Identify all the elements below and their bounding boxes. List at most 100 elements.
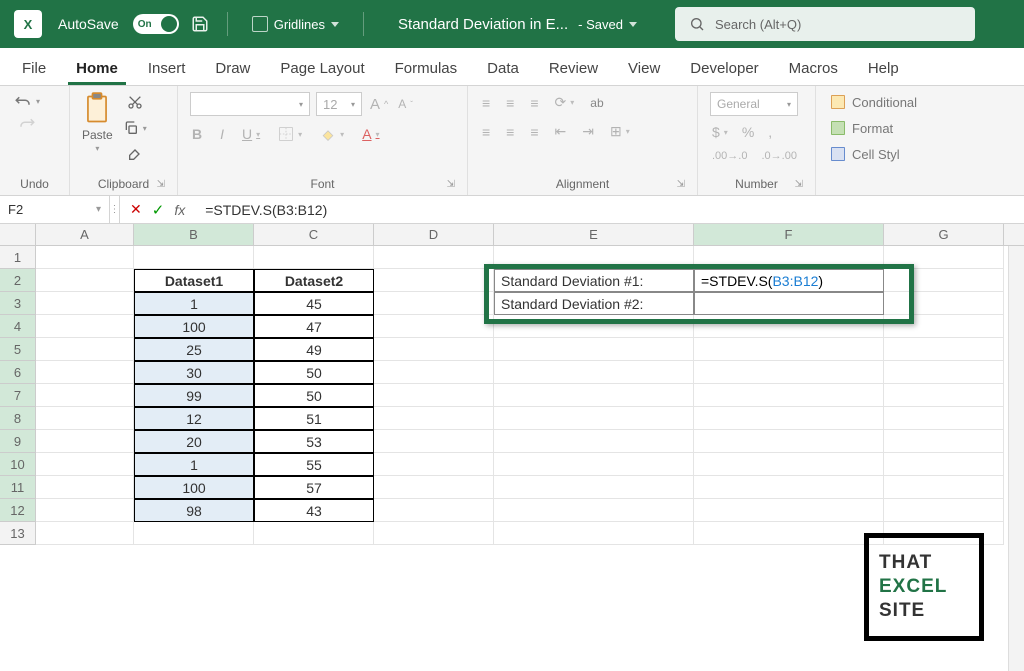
cell[interactable] [694,292,884,315]
cell[interactable] [374,522,494,545]
cell[interactable] [374,361,494,384]
cell[interactable] [374,269,494,292]
row-header[interactable]: 5 [0,338,36,361]
tab-page-layout[interactable]: Page Layout [272,52,372,85]
cell[interactable] [254,246,374,269]
row-header[interactable]: 13 [0,522,36,545]
cell-editing-f2[interactable]: =STDEV.S(B3:B12) [694,269,884,292]
cell[interactable] [694,315,884,338]
cell[interactable] [494,522,694,545]
format-painter-button[interactable] [125,144,145,164]
cell[interactable]: 20 [134,430,254,453]
border-button[interactable]: ▾ [276,124,304,144]
cell[interactable] [694,522,884,545]
cell-label-sd1[interactable]: Standard Deviation #1: [494,269,694,292]
col-header-c[interactable]: C [254,224,374,245]
decrease-font-button[interactable]: Aˇ [396,95,415,113]
fx-icon[interactable]: fx [174,202,185,218]
merge-button[interactable]: ⊞▾ [608,121,632,142]
cell[interactable] [494,246,694,269]
cell[interactable] [884,384,1004,407]
align-top-button[interactable]: ≡ [480,93,492,113]
cell[interactable] [884,315,1004,338]
cell[interactable] [884,292,1004,315]
col-header-g[interactable]: G [884,224,1004,245]
cell[interactable] [494,338,694,361]
cell[interactable] [36,476,134,499]
cell[interactable] [694,384,884,407]
cell[interactable] [494,361,694,384]
cell[interactable] [36,269,134,292]
underline-button[interactable]: U ▾ [240,124,262,144]
cell-label-sd2[interactable]: Standard Deviation #2: [494,292,694,315]
cell[interactable]: 49 [254,338,374,361]
save-icon[interactable] [189,13,211,35]
launcher-icon[interactable]: ⇲ [157,179,165,190]
cell[interactable] [884,499,1004,522]
cell[interactable] [374,476,494,499]
cell[interactable] [494,476,694,499]
vertical-scrollbar[interactable] [1008,246,1024,671]
cell[interactable] [36,246,134,269]
orientation-button[interactable]: ⟳▾ [553,92,577,113]
launcher-icon[interactable]: ⇲ [447,179,455,190]
cell[interactable] [694,430,884,453]
cell[interactable] [494,453,694,476]
cell[interactable] [694,499,884,522]
gridlines-toggle[interactable]: Gridlines [244,14,347,34]
formula-input[interactable]: =STDEV.S(B3:B12) [195,202,1024,218]
autosave-toggle[interactable]: On [133,14,179,34]
row-header[interactable]: 11 [0,476,36,499]
cell-styles-button[interactable]: Cell Styl [828,144,902,164]
cell[interactable] [884,476,1004,499]
col-header-e[interactable]: E [494,224,694,245]
cell[interactable] [36,407,134,430]
cell[interactable] [494,499,694,522]
tab-macros[interactable]: Macros [781,52,846,85]
row-header[interactable]: 3 [0,292,36,315]
currency-button[interactable]: $ ▾ [710,122,730,142]
cell[interactable] [374,384,494,407]
font-size-dropdown[interactable]: 12▾ [316,92,362,116]
tab-review[interactable]: Review [541,52,606,85]
redo-button[interactable] [16,114,38,132]
cell[interactable] [134,522,254,545]
cell[interactable] [36,361,134,384]
cell[interactable]: 100 [134,476,254,499]
row-header[interactable]: 4 [0,315,36,338]
tab-data[interactable]: Data [479,52,527,85]
italic-button[interactable]: I [218,124,226,144]
cell[interactable] [374,246,494,269]
cell[interactable]: 1 [134,453,254,476]
decrease-decimal-button[interactable]: .0→.00 [759,148,798,164]
col-header-d[interactable]: D [374,224,494,245]
comma-button[interactable]: , [766,122,774,142]
font-color-button[interactable]: A ▾ [360,124,381,144]
undo-button[interactable]: ▾ [12,92,42,110]
cell[interactable] [374,453,494,476]
cell[interactable]: 98 [134,499,254,522]
col-header-f[interactable]: F [694,224,884,245]
cell[interactable] [36,499,134,522]
cell[interactable] [254,522,374,545]
cell[interactable] [694,476,884,499]
cell[interactable]: 47 [254,315,374,338]
percent-button[interactable]: % [740,122,756,142]
cell[interactable]: 25 [134,338,254,361]
tab-help[interactable]: Help [860,52,907,85]
cell[interactable] [36,453,134,476]
wrap-text-button[interactable]: ab [588,94,605,112]
format-as-table-button[interactable]: Format [828,118,895,138]
tab-view[interactable]: View [620,52,668,85]
align-right-button[interactable]: ≡ [528,122,540,142]
cell[interactable] [884,453,1004,476]
row-header[interactable]: 6 [0,361,36,384]
col-header-a[interactable]: A [36,224,134,245]
cell-header-dataset1[interactable]: Dataset1 [134,269,254,292]
cell[interactable] [374,407,494,430]
font-family-dropdown[interactable]: ▾ [190,92,310,116]
cell[interactable] [36,430,134,453]
cell[interactable]: 1 [134,292,254,315]
cell[interactable] [494,384,694,407]
cell[interactable]: 50 [254,361,374,384]
